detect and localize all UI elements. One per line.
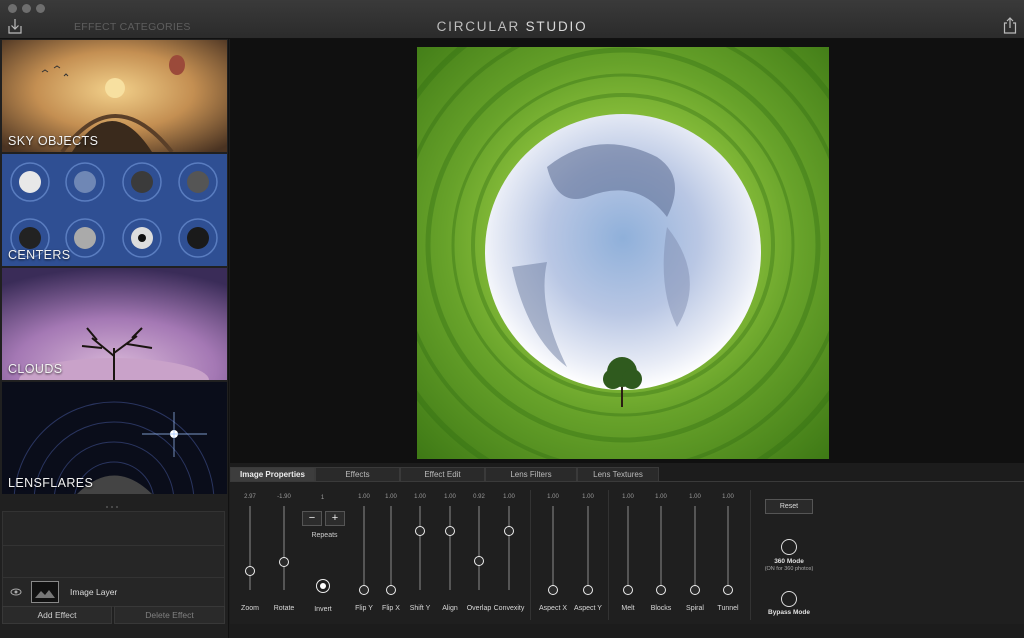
slider-track[interactable] — [508, 506, 510, 590]
divider — [750, 490, 751, 620]
slider-knob[interactable] — [474, 556, 484, 567]
slider-knob[interactable] — [656, 585, 666, 595]
slider-knob[interactable] — [445, 526, 455, 537]
empty-layer-slot[interactable] — [2, 511, 225, 546]
invert-label: Invert — [314, 606, 332, 613]
repeats-value: 1 — [320, 495, 325, 501]
title-bar: EFFECT CATEGORIES CIRCULAR STUDIO — [0, 0, 1024, 39]
bypass-mode-toggle[interactable] — [781, 591, 797, 607]
divider — [530, 490, 531, 620]
layer-thumbnail — [31, 581, 59, 603]
slider-convexity[interactable]: 1.00 Convexity — [489, 482, 529, 612]
slider-track[interactable] — [363, 506, 365, 590]
category-lensflares[interactable]: LENSFLARES — [2, 382, 227, 494]
slider-track[interactable] — [552, 506, 554, 590]
slider-track[interactable] — [627, 506, 629, 590]
category-sky-objects[interactable]: SKY OBJECTS — [2, 40, 227, 152]
image-icon — [35, 590, 55, 598]
repeats-increment-button[interactable]: + — [325, 511, 345, 526]
slider-knob[interactable] — [690, 585, 700, 595]
preview-image[interactable] — [417, 47, 829, 459]
tab-effect-edit[interactable]: Effect Edit — [400, 467, 485, 481]
reset-button[interactable]: Reset — [765, 499, 813, 514]
minimize-window-button[interactable] — [22, 4, 31, 13]
category-lensflares-label: LENSFLARES — [8, 476, 94, 490]
slider-value: 1.00 — [722, 494, 734, 500]
360-mode-hint: (ON for 360 photos) — [764, 566, 814, 572]
slider-knob[interactable] — [583, 585, 593, 595]
category-clouds-label: CLOUDS — [8, 362, 63, 376]
preview-viewport — [230, 39, 1024, 463]
delete-effect-button[interactable]: Delete Effect — [114, 606, 225, 624]
category-centers[interactable]: CENTERS — [2, 154, 227, 266]
close-window-button[interactable] — [8, 4, 17, 13]
bypass-mode-label: Bypass Mode — [768, 609, 810, 616]
share-icon[interactable] — [1003, 17, 1017, 34]
slider-knob[interactable] — [279, 557, 289, 568]
360-mode-label: 360 Mode — [774, 558, 804, 565]
tab-lens-textures[interactable]: Lens Textures — [577, 467, 659, 481]
slider-knob[interactable] — [723, 585, 733, 595]
slider-track[interactable] — [694, 506, 696, 590]
slider-knob[interactable] — [504, 526, 514, 537]
slider-knob[interactable] — [623, 585, 633, 595]
divider — [608, 490, 609, 620]
slider-track[interactable] — [390, 506, 392, 590]
tab-image-properties[interactable]: Image Properties — [230, 467, 315, 481]
app-title: CIRCULAR STUDIO — [0, 19, 1024, 34]
slider-track[interactable] — [478, 506, 480, 590]
image-properties-panel: 2.97 Zoom -1.90 Rotate 1.00 Flip Y 1.00 Flip X1… — [230, 481, 1024, 624]
slider-tunnel[interactable]: 1.00 Tunnel — [708, 482, 748, 612]
drag-handle-icon[interactable] — [105, 505, 119, 509]
slider-track[interactable] — [587, 506, 589, 590]
slider-value: 1.00 — [503, 494, 515, 500]
slider-track[interactable] — [249, 506, 251, 590]
slider-value: 1.00 — [547, 494, 559, 500]
slider-value: 1.00 — [582, 494, 594, 500]
slider-track[interactable] — [419, 506, 421, 590]
category-sky-objects-label: SKY OBJECTS — [8, 134, 99, 148]
tab-effects[interactable]: Effects — [315, 467, 400, 481]
eye-icon[interactable] — [10, 586, 22, 598]
app-title-main: CIRCULAR — [436, 19, 521, 34]
slider-knob[interactable] — [359, 585, 369, 595]
add-effect-button[interactable]: Add Effect — [2, 606, 112, 624]
slider-value: -1.90 — [277, 494, 291, 500]
360-mode-toggle[interactable] — [781, 539, 797, 555]
repeats-decrement-button[interactable]: − — [302, 511, 322, 526]
slider-knob[interactable] — [415, 526, 425, 537]
slider-aspect-y[interactable]: 1.00 Aspect Y — [568, 482, 608, 612]
empty-layer-slot[interactable] — [2, 545, 225, 580]
slider-track[interactable] — [449, 506, 451, 590]
effect-categories-panel: SKY OBJECTS CENTERS CLOUDS LENSFLARES Im… — [0, 39, 229, 638]
slider-track[interactable] — [727, 506, 729, 590]
properties-tabbar: Image Properties Effects Effect Edit Len… — [230, 465, 1024, 481]
app-title-second: STUDIO — [525, 19, 588, 34]
image-layer-row[interactable]: Image Layer — [2, 577, 225, 607]
image-layer-label: Image Layer — [70, 587, 118, 597]
slider-aspect-x[interactable]: 1.00 Aspect X — [533, 482, 573, 612]
slider-knob[interactable] — [245, 565, 255, 576]
slider-rotate[interactable]: -1.90 Rotate — [264, 482, 304, 612]
slider-knob[interactable] — [548, 585, 558, 595]
category-clouds[interactable]: CLOUDS — [2, 268, 227, 380]
slider-knob[interactable] — [386, 585, 396, 595]
invert-toggle[interactable] — [316, 579, 330, 593]
tab-lens-filters[interactable]: Lens Filters — [485, 467, 577, 481]
slider-track[interactable] — [660, 506, 662, 590]
zoom-window-button[interactable] — [36, 4, 45, 13]
repeats-label: Repeats — [311, 532, 338, 539]
category-centers-label: CENTERS — [8, 248, 71, 262]
slider-track[interactable] — [283, 506, 285, 590]
